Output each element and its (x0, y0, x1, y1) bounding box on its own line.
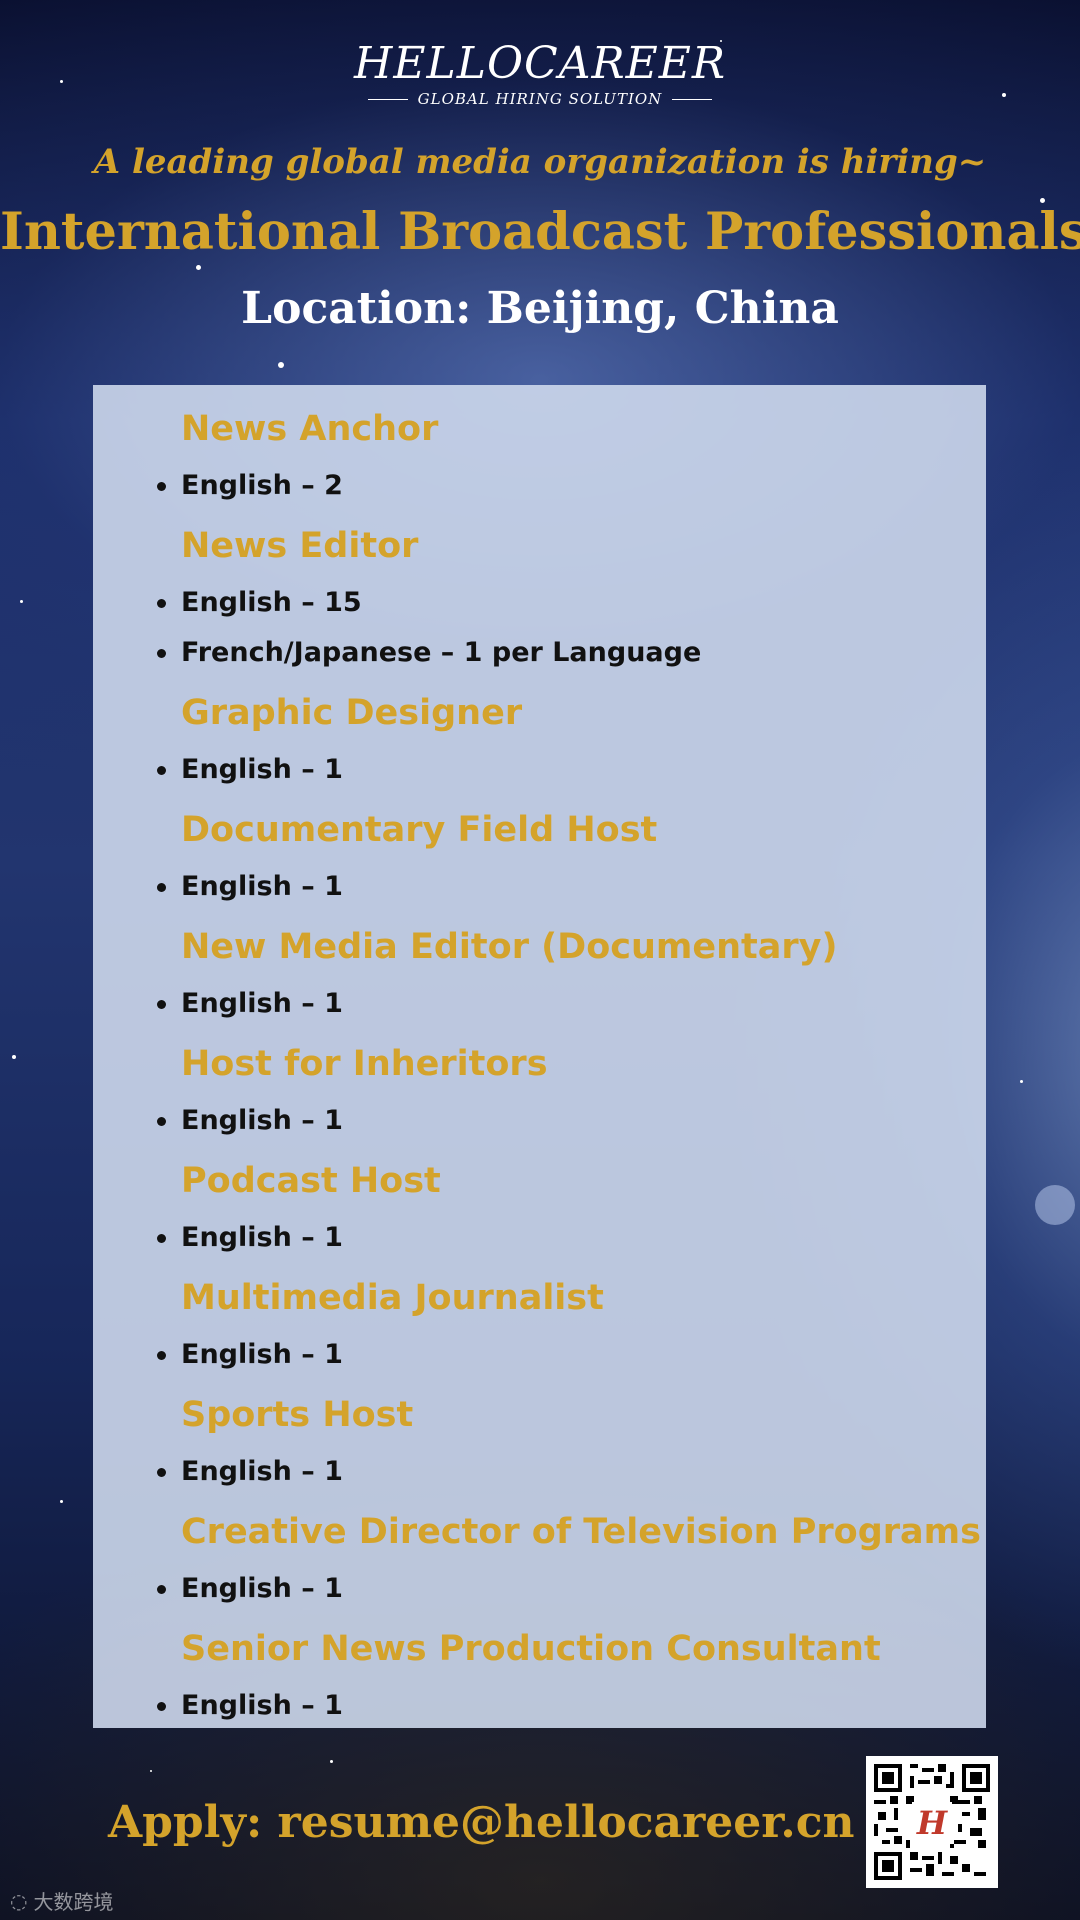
job-openings: English – 1 (157, 1564, 986, 1614)
job-title: Sports Host (181, 1395, 414, 1435)
job-openings: English – 1 (157, 1447, 986, 1497)
qr-code-icon: H (874, 1764, 990, 1880)
job-list-panel: News Anchor English – 2 News Editor Engl… (93, 385, 986, 1728)
job-opening: English – 1 (157, 1564, 986, 1614)
bullet-icon (157, 1000, 166, 1009)
job-openings: English – 1 (157, 1096, 986, 1146)
job-title: Graphic Designer (181, 693, 523, 733)
job-item: Documentary Field Host English – 1 (157, 806, 986, 912)
job-openings: English – 1 (157, 1681, 986, 1731)
job-opening: English – 1 (157, 862, 986, 912)
watermark-logo-icon: ◌ (10, 1888, 28, 1913)
job-item: Podcast Host English – 1 (157, 1157, 986, 1263)
job-title: Documentary Field Host (181, 810, 658, 850)
bullet-icon (157, 1468, 166, 1477)
job-opening: English – 1 (157, 745, 986, 795)
bullet-icon (157, 649, 166, 658)
job-item: New Media Editor (Documentary) English –… (157, 923, 986, 1029)
bullet-icon (157, 599, 166, 608)
job-opening: English – 1 (157, 979, 986, 1029)
watermark-text: 大数跨境 (33, 1890, 114, 1914)
bullet-icon (157, 1351, 166, 1360)
job-title: Senior News Production Consultant (181, 1629, 881, 1669)
job-title: News Anchor (181, 409, 439, 449)
hiring-subheadline: A leading global media organization is h… (93, 142, 987, 182)
job-openings: English – 1 (157, 979, 986, 1029)
job-opening: English – 1 (157, 1330, 986, 1380)
job-item: Creative Director of Television Programs… (157, 1508, 986, 1614)
job-openings: English – 1 (157, 1213, 986, 1263)
logo-divider-left (367, 98, 408, 100)
job-item: Sports Host English – 1 (157, 1391, 986, 1497)
job-openings: English – 1 (157, 1330, 986, 1380)
job-opening: English – 1 (157, 1096, 986, 1146)
job-title: Creative Director of Television Programs (181, 1512, 981, 1552)
job-openings: English – 2 (157, 461, 986, 511)
bullet-icon (157, 1117, 166, 1126)
job-title: News Editor (181, 526, 419, 566)
job-opening: English – 15 (157, 578, 986, 628)
bullet-icon (157, 482, 166, 491)
job-title: Podcast Host (181, 1161, 441, 1201)
bullet-icon (157, 1585, 166, 1594)
job-opening: English – 2 (157, 461, 986, 511)
logo-tagline: GLOBAL HIRING SOLUTION (0, 90, 1080, 108)
bullet-icon (157, 1234, 166, 1243)
job-title: Host for Inheritors (181, 1044, 548, 1084)
job-item: Graphic Designer English – 1 (157, 689, 986, 795)
job-item: News Anchor English – 2 (157, 405, 986, 511)
bullet-icon (157, 766, 166, 775)
watermark: ◌ 大数跨境 (10, 1886, 113, 1915)
apply-email[interactable]: Apply: resume@hellocareer.cn (108, 1797, 854, 1848)
job-item: Multimedia Journalist English – 1 (157, 1274, 986, 1380)
svg-text:H: H (916, 1804, 949, 1842)
job-openings: English – 1 (157, 745, 986, 795)
job-openings: English – 15 French/Japanese – 1 per Lan… (157, 578, 986, 678)
logo-tagline-text: GLOBAL HIRING SOLUTION (417, 90, 663, 108)
page-title: International Broadcast Professionals (0, 202, 1080, 262)
job-item: News Editor English – 15 French/Japanese… (157, 522, 986, 678)
job-openings: English – 1 (157, 862, 986, 912)
job-item: Senior News Production Consultant Englis… (157, 1625, 986, 1731)
job-opening: English – 1 (157, 1447, 986, 1497)
job-opening: English – 1 (157, 1213, 986, 1263)
logo-divider-right (672, 98, 713, 100)
location-text: Location: Beijing, China (241, 283, 839, 334)
qr-code[interactable]: H (866, 1756, 998, 1888)
job-opening: English – 1 (157, 1681, 986, 1731)
logo-wordmark: HELLOCAREER (354, 38, 726, 89)
bullet-icon (157, 883, 166, 892)
job-item: Host for Inheritors English – 1 (157, 1040, 986, 1146)
hellocareer-logo: HELLOCAREER GLOBAL HIRING SOLUTION (0, 38, 1080, 109)
job-opening: French/Japanese – 1 per Language (157, 628, 986, 678)
bullet-icon (157, 1702, 166, 1711)
job-title: Multimedia Journalist (181, 1278, 604, 1318)
job-title: New Media Editor (Documentary) (181, 927, 838, 967)
